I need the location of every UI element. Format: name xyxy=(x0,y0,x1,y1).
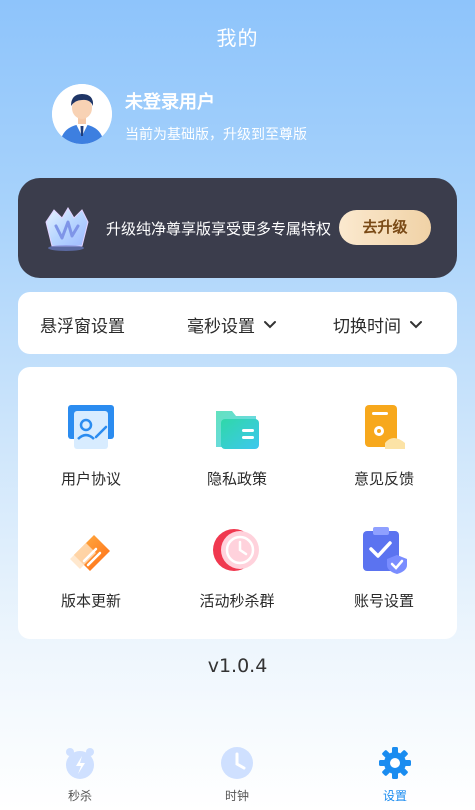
tab-label: 时钟 xyxy=(224,789,249,803)
float-window-label: 悬浮窗设置 xyxy=(40,317,125,337)
upgrade-hint[interactable]: 当前为基础版，升级到至尊版 xyxy=(125,124,307,144)
menu-grid: 用户协议 隐私政策 意见反馈 版本更新 活动秒杀群 账号设置 xyxy=(18,367,457,639)
user-agreement-icon xyxy=(68,405,114,449)
crown-crystal-icon xyxy=(45,207,89,251)
flash-sale-group-icon xyxy=(213,529,259,571)
tab-label: 秒杀 xyxy=(67,789,92,803)
menu-version-update[interactable]: 版本更新 xyxy=(18,489,164,610)
chevron-down-icon xyxy=(264,320,276,328)
menu-label: 隐私政策 xyxy=(206,470,267,488)
float-window-setting[interactable]: 悬浮窗设置 xyxy=(40,312,125,337)
menu-user-agreement[interactable]: 用户协议 xyxy=(18,367,164,488)
profile-section[interactable]: 未登录用户 当前为基础版，升级到至尊版 xyxy=(52,84,432,148)
version-update-icon xyxy=(70,535,110,571)
menu-label: 用户协议 xyxy=(60,470,121,488)
tab-settings[interactable]: 设置 xyxy=(350,745,440,804)
ms-setting-label: 毫秒设置 xyxy=(187,317,255,337)
menu-label: 账号设置 xyxy=(353,592,414,610)
menu-feedback[interactable]: 意见反馈 xyxy=(311,367,457,488)
app-version: v1.0.4 xyxy=(207,655,268,677)
clock-icon xyxy=(221,747,253,779)
menu-label: 活动秒杀群 xyxy=(199,592,275,610)
username[interactable]: 未登录用户 xyxy=(125,88,215,114)
ms-setting-dropdown[interactable]: 毫秒设置 xyxy=(187,312,277,337)
vip-banner-text: 升级纯净尊享版享受更多专属特权 xyxy=(106,220,332,238)
vip-banner[interactable]: 升级纯净尊享版享受更多专属特权 去升级 xyxy=(18,178,457,278)
tab-flash-sale[interactable]: 秒杀 xyxy=(35,745,125,804)
menu-label: 版本更新 xyxy=(60,592,121,610)
feedback-icon xyxy=(365,405,405,449)
avatar[interactable] xyxy=(52,84,112,144)
menu-account-settings[interactable]: 账号设置 xyxy=(311,489,457,610)
tab-clock[interactable]: 时钟 xyxy=(192,745,282,804)
alarm-flash-icon xyxy=(66,748,94,779)
switch-time-label: 切换时间 xyxy=(333,317,401,337)
account-settings-icon xyxy=(363,527,407,574)
switch-time-dropdown[interactable]: 切换时间 xyxy=(333,312,423,337)
menu-flash-sale-group[interactable]: 活动秒杀群 xyxy=(164,489,310,610)
page-title: 我的 xyxy=(216,26,259,50)
tab-label: 设置 xyxy=(382,789,407,803)
chevron-down-icon xyxy=(410,320,422,328)
privacy-policy-icon xyxy=(216,411,259,449)
upgrade-button[interactable]: 去升级 xyxy=(339,210,431,245)
avatar-icon xyxy=(52,84,112,144)
gear-icon xyxy=(379,747,411,779)
menu-label: 意见反馈 xyxy=(353,470,414,488)
quick-settings-row: 悬浮窗设置 毫秒设置 切换时间 xyxy=(18,292,457,354)
menu-privacy-policy[interactable]: 隐私政策 xyxy=(164,367,310,488)
bottom-tab-bar: 秒杀 时钟 设置 xyxy=(0,735,475,810)
